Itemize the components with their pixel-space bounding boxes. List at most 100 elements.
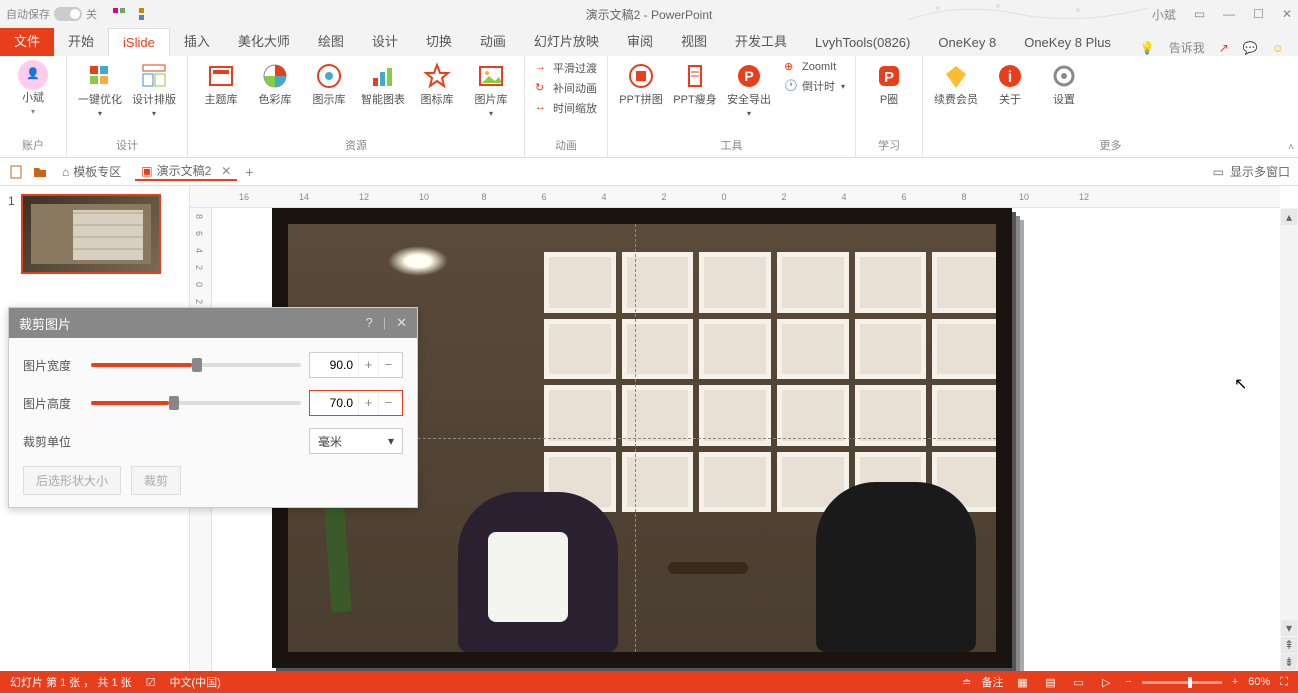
diagram-button[interactable]: 图示库 (306, 60, 352, 107)
avatar-icon: 👤 (18, 60, 48, 90)
tab-onekey8plus[interactable]: OneKey 8 Plus (1010, 29, 1125, 56)
minus-icon[interactable]: − (378, 353, 398, 377)
dialog-close-icon[interactable]: ✕ (396, 315, 407, 331)
dialog-titlebar[interactable]: 裁剪图片 ? | ✕ (9, 308, 417, 338)
iconlib-button[interactable]: 图标库 (414, 60, 460, 107)
pquan-button[interactable]: PP圈 (866, 60, 912, 107)
add-tab-icon[interactable]: + (245, 164, 253, 180)
qat-icon-2[interactable] (137, 6, 153, 22)
unit-select[interactable]: 毫米▾ (309, 428, 403, 454)
smile-icon[interactable]: ☺ (1272, 41, 1284, 55)
tab-draw[interactable]: 绘图 (304, 25, 358, 56)
fit-window-icon[interactable]: ⛶ (1280, 676, 1288, 689)
tab-design[interactable]: 设计 (358, 25, 412, 56)
safeexport-button[interactable]: P安全导出▾ (726, 60, 772, 119)
share-icon[interactable]: ↗ (1219, 41, 1229, 55)
time-scale[interactable]: ↔时间缩放 (535, 100, 597, 116)
zoom-slider[interactable] (1142, 681, 1222, 684)
folder-icon[interactable] (32, 164, 48, 180)
export-icon: P (733, 60, 765, 92)
dialog-title-text: 裁剪图片 (19, 314, 71, 333)
zoomit[interactable]: ⊕ZoomIt (784, 60, 845, 74)
countdown[interactable]: 🕐倒计时▾ (784, 78, 845, 94)
autosave-state: 关 (86, 6, 97, 22)
lang-label[interactable]: 中文(中国) (170, 674, 221, 690)
color-button[interactable]: 色彩库 (252, 60, 298, 107)
tab-file[interactable]: 文件 (0, 25, 54, 56)
normal-view-icon[interactable]: ▦ (1013, 675, 1031, 689)
tab-review[interactable]: 审阅 (613, 25, 667, 56)
tab-animation[interactable]: 动画 (466, 25, 520, 56)
theme-button[interactable]: 主题库 (198, 60, 244, 107)
slide-thumbnail[interactable] (21, 194, 161, 274)
crop-button[interactable]: 裁剪 (131, 466, 181, 495)
renew-button[interactable]: 续费会员 (933, 60, 979, 107)
collapse-ribbon-icon[interactable]: ˄ (1288, 142, 1294, 153)
minus-icon[interactable]: − (378, 391, 398, 415)
close-tab-icon[interactable]: ✕ (221, 164, 231, 178)
tellme-icon: 💡 (1140, 41, 1155, 55)
smooth-transition[interactable]: →平滑过渡 (535, 60, 597, 76)
tab-islide[interactable]: iSlide (108, 28, 170, 56)
tab-dev[interactable]: 开发工具 (721, 25, 801, 56)
user-name[interactable]: 小斌 (1152, 6, 1176, 23)
prev-slide-icon[interactable]: ⇞ (1281, 637, 1297, 653)
doc-tab[interactable]: ▣演示文稿2✕ (135, 162, 237, 181)
pptslim-button[interactable]: PPT瘦身 (672, 60, 718, 107)
slide-number: 1 (8, 194, 15, 274)
close-icon[interactable]: ✕ (1282, 7, 1292, 21)
height-spinner[interactable]: +− (309, 390, 403, 416)
tab-onekey8[interactable]: OneKey 8 (924, 29, 1010, 56)
scroll-up-icon[interactable]: ▴ (1281, 209, 1297, 225)
sorter-view-icon[interactable]: ▤ (1041, 675, 1059, 689)
group-label: 账户 (10, 137, 56, 155)
new-file-icon[interactable] (8, 164, 24, 180)
height-slider[interactable] (91, 401, 301, 405)
tab-insert[interactable]: 插入 (170, 25, 224, 56)
zoom-out-icon[interactable]: − (1125, 676, 1131, 688)
plus-icon[interactable]: + (358, 391, 378, 415)
pptpuzzle-button[interactable]: PPT拼图 (618, 60, 664, 107)
next-slide-icon[interactable]: ⇟ (1281, 654, 1297, 670)
multi-window-label[interactable]: 显示多窗口 (1230, 163, 1290, 180)
settings-button[interactable]: 设置 (1041, 60, 1087, 107)
optimize-button[interactable]: 一键优化▾ (77, 60, 123, 119)
layout-button[interactable]: 设计排版▾ (131, 60, 177, 119)
tab-slideshow[interactable]: 幻灯片放映 (520, 25, 613, 56)
tab-view[interactable]: 视图 (667, 25, 721, 56)
scroll-down-icon[interactable]: ▾ (1281, 620, 1297, 636)
account-button[interactable]: 👤 小斌 ▾ (10, 60, 56, 117)
width-input[interactable] (310, 358, 358, 372)
about-button[interactable]: i关于 (987, 60, 1033, 107)
imglib-button[interactable]: 图片库▾ (468, 60, 514, 119)
width-slider[interactable] (91, 363, 301, 367)
unit-label: 裁剪单位 (23, 433, 83, 450)
tellme-label[interactable]: 告诉我 (1169, 39, 1205, 56)
notes-button[interactable]: 备注 (981, 674, 1003, 690)
aftersel-button[interactable]: 后选形状大小 (23, 466, 121, 495)
template-zone-tab[interactable]: ⌂模板专区 (56, 163, 127, 180)
spellcheck-icon[interactable]: ☑ (146, 676, 156, 689)
help-icon[interactable]: ? (365, 315, 372, 331)
tab-transition[interactable]: 切换 (412, 25, 466, 56)
comment-icon[interactable]: 💬 (1243, 41, 1258, 55)
tab-beautify[interactable]: 美化大师 (224, 25, 304, 56)
vertical-scrollbar[interactable]: ▴ ▾ ⇞ ⇟ (1280, 208, 1298, 671)
minimize-icon[interactable]: — (1223, 7, 1235, 21)
plus-icon[interactable]: + (358, 353, 378, 377)
smartchart-button[interactable]: 智能图表 (360, 60, 406, 107)
maximize-icon[interactable]: ☐ (1253, 7, 1264, 21)
tab-lvyh[interactable]: LvyhTools(0826) (801, 29, 924, 56)
tab-home[interactable]: 开始 (54, 25, 108, 56)
autosave-toggle[interactable]: 自动保存 关 (6, 6, 97, 22)
height-input[interactable] (310, 396, 358, 410)
ribbon-display-icon[interactable]: ▭ (1194, 7, 1205, 21)
zoom-in-icon[interactable]: + (1232, 676, 1238, 688)
qat-icon-1[interactable] (111, 6, 127, 22)
zoom-value[interactable]: 60% (1248, 676, 1270, 688)
width-spinner[interactable]: +− (309, 352, 403, 378)
ribbon-tabs: 文件 开始 iSlide 插入 美化大师 绘图 设计 切换 动画 幻灯片放映 审… (0, 28, 1298, 56)
tween-animation[interactable]: ↻补间动画 (535, 80, 597, 96)
reading-view-icon[interactable]: ▭ (1069, 675, 1087, 689)
slideshow-view-icon[interactable]: ▷ (1097, 675, 1115, 689)
